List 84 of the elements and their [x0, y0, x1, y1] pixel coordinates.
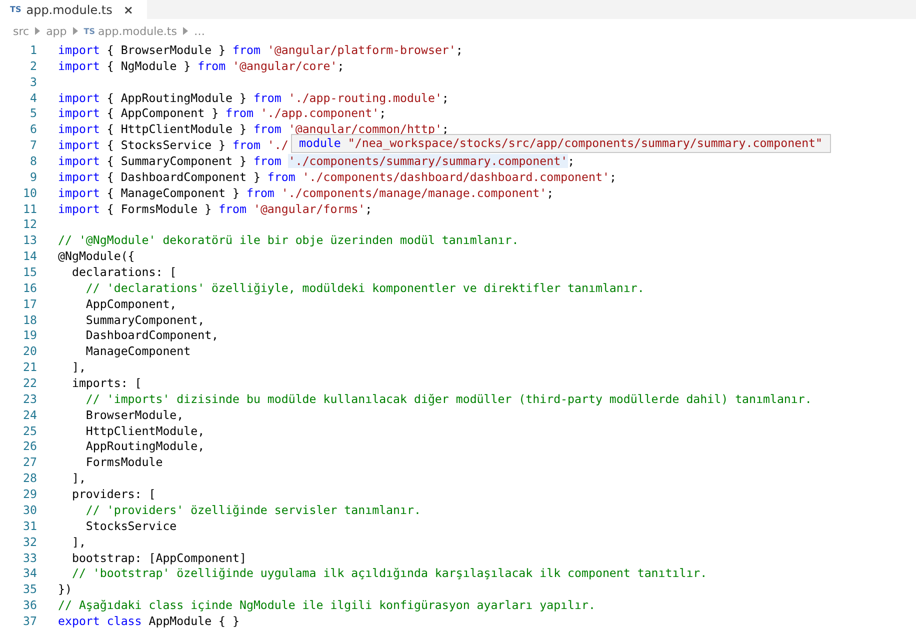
- code-line: import { SummaryComponent } from './components/summary/summary.component';: [58, 154, 575, 170]
- code-line: declarations: [: [70, 265, 177, 281]
- code-line: StocksService: [84, 518, 177, 535]
- line-number: 18: [22, 312, 37, 328]
- code-line: // Aşağıdaki class içinde NgModule ile ilgili konfigürasyon ayarları yapılır.: [58, 598, 596, 614]
- code-line: AppComponent,: [84, 296, 177, 313]
- line-number: 29: [22, 487, 37, 503]
- line-number: 10: [22, 186, 37, 202]
- line-number: 25: [22, 424, 37, 440]
- line-number: 8: [29, 154, 37, 170]
- line-number: 32: [22, 534, 37, 550]
- code-line: // 'declarations' özelliğiyle, modüldeki komponentler ve direktifler tanımlanır.: [84, 280, 644, 297]
- line-number: 7: [29, 138, 37, 154]
- code-line: BrowserModule,: [84, 408, 184, 424]
- chevron-icon: [35, 27, 40, 35]
- code-line: // 'imports' dizisinde bu modülde kullanılacak diğer modüller (third-party modüllerde dahil) tanımlanır.: [84, 392, 812, 408]
- code-line: @NgModule({: [58, 249, 135, 266]
- line-number: 20: [22, 344, 37, 360]
- line-number: 26: [22, 439, 37, 456]
- code-line: ],: [70, 360, 86, 376]
- line-number: 3: [29, 74, 37, 91]
- close-icon[interactable]: ×: [123, 2, 134, 16]
- code-line: HttpClientModule,: [84, 424, 205, 440]
- line-number: 16: [22, 280, 37, 297]
- code-line: FormsModule: [84, 455, 163, 472]
- code-line: ],: [70, 471, 86, 488]
- code-line: SummaryComponent,: [84, 312, 205, 328]
- code-line: AppRoutingModule,: [84, 439, 205, 456]
- breadcrumb-item[interactable]: app: [46, 24, 67, 38]
- code-line: // 'bootstrap' özelliğinde uygulama ilk açıldığında karşılaşılacak ilk component tanıtılır.: [70, 566, 708, 582]
- typescript-file-icon: TS: [84, 26, 95, 36]
- line-number: 2: [29, 58, 37, 75]
- code-line: ManageComponent: [84, 344, 191, 360]
- line-number: 37: [22, 614, 37, 628]
- code-line: import { DashboardComponent } from './components/dashboard/dashboard.component';: [58, 170, 616, 186]
- line-number: 30: [22, 502, 37, 519]
- line-number: 15: [22, 265, 37, 281]
- line-number: 1: [29, 43, 37, 59]
- code-line: import { FormsModule } from '@angular/forms';: [58, 202, 372, 218]
- line-number: 11: [22, 202, 37, 218]
- code-line: DashboardComponent,: [84, 328, 219, 344]
- code-line: imports: [: [70, 376, 142, 392]
- code-line: import { AppComponent } from './app.component';: [58, 106, 386, 122]
- line-number: 34: [22, 566, 37, 582]
- editor-tab[interactable]: TS app.module.ts ×: [0, 0, 148, 19]
- code-line: import { StocksService } from './: [58, 138, 288, 154]
- line-number: 9: [29, 170, 37, 186]
- line-number: 36: [22, 598, 37, 614]
- line-number: 35: [22, 582, 37, 598]
- code-line: export class AppModule { }: [58, 614, 240, 628]
- tab-label: app.module.ts: [26, 2, 112, 16]
- code-line: import { ManageComponent } from './components/manage/manage.component';: [58, 186, 554, 202]
- code-line: // '@NgModule' dekoratörü ile bir obje üzerinden modül tanımlanır.: [58, 233, 519, 250]
- line-number: 33: [22, 550, 37, 566]
- line-number: 27: [22, 455, 37, 472]
- typescript-file-icon: TS: [10, 5, 22, 14]
- breadcrumb-item[interactable]: src: [13, 24, 30, 38]
- code-line: import { NgModule } from '@angular/core';: [58, 58, 344, 75]
- code-line: }): [58, 582, 72, 598]
- line-number: 23: [22, 392, 37, 408]
- line-number: 12: [22, 217, 37, 234]
- code-line: providers: [: [70, 487, 156, 503]
- line-number: 13: [22, 233, 37, 250]
- line-number: 17: [22, 296, 37, 313]
- line-number: 4: [29, 90, 37, 106]
- code-line: import { BrowserModule } from '@angular/platform-browser';: [58, 43, 463, 59]
- line-number: 31: [22, 518, 37, 535]
- chevron-icon: [72, 27, 78, 35]
- code-line: bootstrap: [AppComponent]: [70, 550, 246, 566]
- line-number: 21: [22, 360, 37, 376]
- line-number: 6: [29, 122, 37, 138]
- breadcrumb-item[interactable]: app.module.ts: [98, 24, 177, 38]
- line-number: 22: [22, 376, 37, 392]
- chevron-icon: [182, 27, 188, 35]
- line-number: 28: [22, 471, 37, 488]
- line-number: 5: [29, 106, 37, 122]
- line-number: 19: [22, 328, 37, 344]
- code-line: import { AppRoutingModule } from './app-routing.module';: [58, 90, 449, 106]
- breadcrumb-item[interactable]: …: [194, 24, 205, 38]
- code-line: // 'providers' özelliğinde servisler tanımlanır.: [84, 502, 421, 519]
- line-number: 14: [22, 249, 37, 266]
- code-line: ],: [70, 534, 86, 550]
- hover-tooltip: module "/nea_workspace/stocks/src/app/components/summary/summary.component": [291, 134, 831, 154]
- line-number: 24: [22, 408, 37, 424]
